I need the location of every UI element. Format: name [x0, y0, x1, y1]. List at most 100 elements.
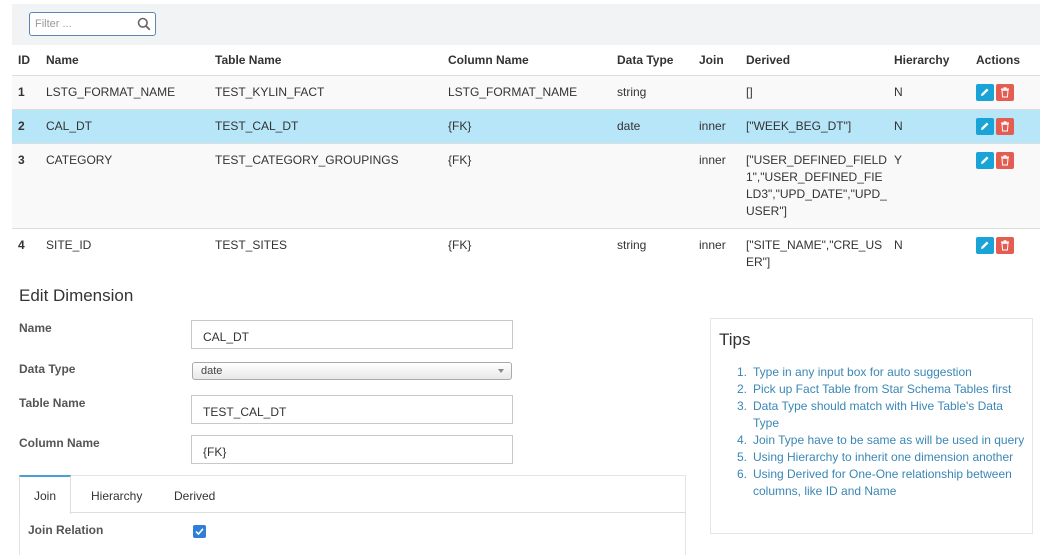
cell-hierarchy: N	[888, 74, 970, 109]
tip-item: 2. Pick up Fact Table from Star Schema Ta…	[736, 382, 1012, 396]
cell-data-type: date	[611, 108, 693, 143]
data-type-label: Data Type	[19, 362, 76, 376]
pencil-icon	[981, 156, 989, 164]
tip-text: Pick up Fact Table from Star Schema Tabl…	[753, 382, 1012, 396]
cell-actions	[970, 227, 1040, 279]
table-row[interactable]: 3 CATEGORY TEST_CATEGORY_GROUPINGS {FK} …	[12, 142, 1040, 228]
tip-text: Using Derived for One-One relationship b…	[753, 467, 1012, 498]
edit-button[interactable]	[976, 236, 994, 254]
cell-derived: []	[740, 74, 888, 109]
filter-bar	[12, 4, 1040, 45]
cell-id: 3	[12, 142, 40, 228]
data-type-select[interactable]: date	[192, 362, 512, 380]
join-relation-label: Join Relation	[28, 523, 104, 537]
header-data-type: Data Type	[611, 45, 693, 76]
cell-actions	[970, 142, 1040, 228]
tips-list: 1. Type in any input box for auto suggest…	[727, 364, 1027, 500]
header-actions: Actions	[970, 45, 1040, 76]
tip-item: 6. Using Derived for One-One relationship…	[736, 467, 1012, 498]
edit-dimension-title: Edit Dimension	[19, 286, 134, 305]
table-name-input[interactable]: TEST_CAL_DT	[191, 395, 513, 424]
cell-name: LSTG_FORMAT_NAME	[40, 74, 209, 109]
delete-button[interactable]	[996, 117, 1014, 135]
cell-hierarchy: N	[888, 108, 970, 143]
cell-actions	[970, 74, 1040, 109]
chevron-down-icon	[498, 369, 504, 373]
pencil-icon	[981, 88, 989, 96]
cell-table-name: TEST_CATEGORY_GROUPINGS	[209, 142, 442, 228]
name-input[interactable]: CAL_DT	[191, 320, 513, 349]
cell-table-name: TEST_KYLIN_FACT	[209, 74, 442, 109]
dimensions-table: ID Name Table Name Column Name Data Type…	[12, 45, 1040, 279]
tip-text: Type in any input box for auto suggestio…	[753, 365, 972, 379]
delete-button[interactable]	[996, 236, 1014, 254]
tab-derived[interactable]: Derived	[174, 475, 215, 513]
delete-button[interactable]	[996, 83, 1014, 101]
cell-join: inner	[693, 227, 740, 279]
tip-item: 4. Join Type have to be same as will be u…	[736, 433, 1025, 447]
cell-data-type: string	[611, 227, 693, 279]
tip-text: Join Type have to be same as will be use…	[753, 433, 1025, 447]
tips-panel: Tips 1. Type in any input box for auto su…	[710, 318, 1033, 534]
cell-join: inner	[693, 108, 740, 143]
header-hierarchy: Hierarchy	[888, 45, 970, 76]
tip-text: Using Hierarchy to inherit one dimension…	[753, 450, 1014, 464]
edit-button[interactable]	[976, 83, 994, 101]
join-relation-checkbox[interactable]	[193, 525, 206, 538]
cell-derived: ["WEEK_BEG_DT"]	[740, 108, 888, 143]
table-row[interactable]: 4 SITE_ID TEST_SITES {FK} string inner […	[12, 227, 1040, 279]
tip-item: 3. Data Type should match with Hive Table…	[736, 399, 1003, 430]
data-type-value: date	[201, 365, 223, 377]
cell-actions	[970, 108, 1040, 143]
cell-data-type	[611, 142, 693, 228]
cell-derived: ["USER_DEFINED_FIELD1","USER_DEFINED_FIE…	[740, 142, 888, 228]
filter-box	[29, 12, 156, 36]
column-name-input[interactable]: {FK}	[191, 435, 513, 464]
cell-hierarchy: Y	[888, 142, 970, 228]
name-label: Name	[19, 321, 52, 335]
cell-column-name: {FK}	[442, 227, 611, 279]
cell-join: inner	[693, 142, 740, 228]
column-name-label: Column Name	[19, 436, 100, 450]
pencil-icon	[981, 122, 989, 130]
table-name-label: Table Name	[19, 396, 86, 410]
header-table-name: Table Name	[209, 45, 442, 76]
trash-icon	[1001, 239, 1009, 250]
table-header-row: ID Name Table Name Column Name Data Type…	[12, 45, 1040, 76]
cell-column-name: {FK}	[442, 108, 611, 143]
cell-id: 1	[12, 74, 40, 109]
header-id: ID	[12, 45, 40, 76]
header-join: Join	[693, 45, 740, 76]
table-row[interactable]: 1 LSTG_FORMAT_NAME TEST_KYLIN_FACT LSTG_…	[12, 74, 1040, 109]
check-icon	[195, 528, 204, 536]
cell-id: 4	[12, 227, 40, 279]
delete-button[interactable]	[996, 151, 1014, 169]
filter-input[interactable]	[35, 14, 135, 34]
tabs-bar: Join Hierarchy Derived	[19, 475, 686, 514]
cell-data-type: string	[611, 74, 693, 109]
tip-item: 5. Using Hierarchy to inherit one dimensi…	[736, 450, 1014, 464]
header-derived: Derived	[740, 45, 888, 76]
edit-button[interactable]	[976, 117, 994, 135]
pencil-icon	[981, 241, 989, 249]
trash-icon	[1001, 154, 1009, 165]
tab-join[interactable]: Join	[19, 475, 71, 514]
cell-table-name: TEST_SITES	[209, 227, 442, 279]
header-name: Name	[40, 45, 209, 76]
cell-name: SITE_ID	[40, 227, 209, 279]
edit-button[interactable]	[976, 151, 994, 169]
cell-derived: ["SITE_NAME","CRE_USER"]	[740, 227, 888, 279]
table-row-selected[interactable]: 2 CAL_DT TEST_CAL_DT {FK} date inner ["W…	[12, 108, 1040, 143]
trash-icon	[1001, 86, 1009, 97]
cell-name: CATEGORY	[40, 142, 209, 228]
cell-join	[693, 74, 740, 109]
search-icon[interactable]	[137, 17, 151, 31]
trash-icon	[1001, 120, 1009, 131]
tip-text: Data Type should match with Hive Table's…	[753, 399, 1003, 430]
tab-hierarchy[interactable]: Hierarchy	[91, 475, 142, 513]
cell-column-name: LSTG_FORMAT_NAME	[442, 74, 611, 109]
cell-table-name: TEST_CAL_DT	[209, 108, 442, 143]
tips-title: Tips	[719, 330, 751, 349]
cell-name: CAL_DT	[40, 108, 209, 143]
header-column-name: Column Name	[442, 45, 611, 76]
